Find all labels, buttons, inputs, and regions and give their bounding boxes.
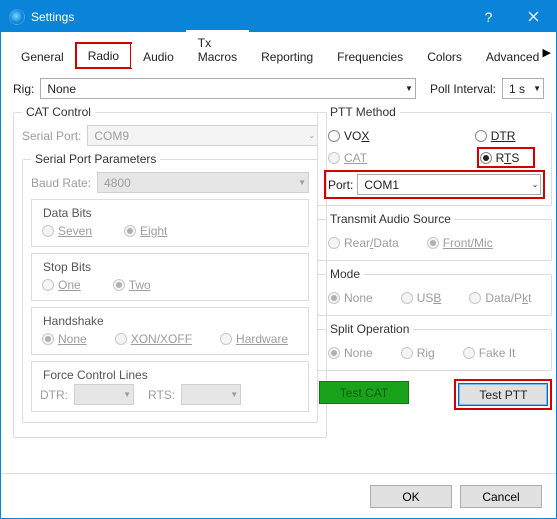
fcl-rts-label: RTS: <box>148 388 175 402</box>
serial-port-label: Serial Port: <box>22 129 81 143</box>
tas-legend: Transmit Audio Source <box>326 212 455 226</box>
serial-port-combo: COM9 ⌄ <box>87 125 318 146</box>
fcl-legend: Force Control Lines <box>40 368 151 382</box>
chevron-down-icon: ▼ <box>405 84 413 93</box>
stop-bits-group: Stop Bits One Two <box>31 253 309 301</box>
radio-rts[interactable]: RTS <box>480 151 520 165</box>
radio-seven: Seven <box>42 224 92 238</box>
tabs: General Radio Audio Tx Macros Reporting … <box>9 40 548 68</box>
split-legend: Split Operation <box>326 322 413 336</box>
chevron-down-icon: ▼ <box>230 390 238 399</box>
window-title: Settings <box>31 10 466 24</box>
ok-button[interactable]: OK <box>370 485 452 508</box>
radio-split-none: None <box>328 346 373 360</box>
radio-rear: Rear/Data <box>328 236 399 250</box>
tab-general[interactable]: General <box>9 44 76 68</box>
force-control-lines-group: Force Control Lines DTR: ▼ RTS: ▼ <box>31 361 309 412</box>
mode-group: Mode None USB Data/Pkt <box>317 267 552 316</box>
fcl-rts-combo: ▼ <box>181 384 241 405</box>
radio-mode-usb: USB <box>401 291 442 305</box>
radio-hs-none: None <box>42 332 87 346</box>
tab-advanced[interactable]: Advanced <box>474 44 551 68</box>
stop-bits-legend: Stop Bits <box>40 260 94 274</box>
radio-hs-hw: Hardware <box>220 332 288 346</box>
test-cat-button[interactable]: Test CAT <box>319 381 409 404</box>
port-row-highlight: Port: COM1 ⌄ <box>326 172 543 197</box>
radio-hs-xon: XON/XOFF <box>115 332 192 346</box>
chevron-down-icon: ▼ <box>298 178 306 187</box>
data-bits-group: Data Bits Seven Eight <box>31 199 309 247</box>
radio-dtr[interactable]: DTR <box>475 129 516 143</box>
radio-two: Two <box>113 278 151 292</box>
close-button[interactable] <box>511 1 556 32</box>
port-combo[interactable]: COM1 ⌄ <box>357 174 541 195</box>
cat-control-group: CAT Control Serial Port: COM9 ⌄ Serial P… <box>13 105 327 438</box>
cat-control-legend: CAT Control <box>22 105 95 119</box>
spp-legend: Serial Port Parameters <box>31 152 160 166</box>
ptt-legend: PTT Method <box>326 105 400 119</box>
chevron-down-icon: ⌄ <box>532 180 539 189</box>
radio-split-fake: Fake It <box>463 346 516 360</box>
titlebar: Settings ? <box>1 1 556 32</box>
radio-mode-none: None <box>328 291 373 305</box>
chevron-down-icon: ⌄ <box>308 131 315 140</box>
separator <box>1 473 556 474</box>
poll-combo[interactable]: 1 s ▼ <box>502 78 544 99</box>
transmit-audio-source-group: Transmit Audio Source Rear/Data Front/Mi… <box>317 212 552 261</box>
rig-row: Rig: None ▼ Poll Interval: 1 s ▼ <box>13 78 544 99</box>
fcl-dtr-combo: ▼ <box>74 384 134 405</box>
baud-combo: 4800 ▼ <box>97 172 309 193</box>
radio-front: Front/Mic <box>427 236 493 250</box>
rts-highlight: RTS <box>479 149 534 166</box>
tab-tx-macros[interactable]: Tx Macros <box>186 30 249 68</box>
test-ptt-highlight: Test PTT <box>456 381 550 408</box>
test-ptt-button[interactable]: Test PTT <box>458 383 548 406</box>
settings-window: Settings ? General Radio Audio Tx Macros… <box>0 0 557 519</box>
radio-split-rig: Rig <box>401 346 435 360</box>
rig-value: None <box>47 82 405 96</box>
body: Rig: None ▼ Poll Interval: 1 s ▼ CAT Con… <box>1 68 556 452</box>
baud-value: 4800 <box>104 176 298 190</box>
radio-one: One <box>42 278 81 292</box>
help-button[interactable]: ? <box>466 1 511 32</box>
radio-mode-data: Data/Pkt <box>469 291 531 305</box>
poll-label: Poll Interval: <box>430 82 496 96</box>
serial-port-value: COM9 <box>94 129 308 143</box>
tab-audio[interactable]: Audio <box>131 44 186 68</box>
split-operation-group: Split Operation None Rig Fake It <box>317 322 552 371</box>
radio-vox[interactable]: VOX <box>328 129 369 143</box>
chevron-down-icon: ▼ <box>123 390 131 399</box>
tabs-scroll-right[interactable]: ▶ <box>543 46 551 59</box>
data-bits-legend: Data Bits <box>40 206 95 220</box>
rig-combo[interactable]: None ▼ <box>40 78 416 99</box>
port-value: COM1 <box>364 178 531 192</box>
tab-colors[interactable]: Colors <box>415 44 474 68</box>
rig-label: Rig: <box>13 82 34 96</box>
ptt-method-group: PTT Method VOX DTR CAT RTS Port: <box>317 105 552 206</box>
baud-label: Baud Rate: <box>31 176 91 190</box>
cancel-button[interactable]: Cancel <box>460 485 542 508</box>
radio-cat: CAT <box>328 151 367 165</box>
radio-eight: Eight <box>124 224 167 238</box>
handshake-group: Handshake None XON/XOFF Hardware <box>31 307 309 355</box>
app-icon <box>9 9 25 25</box>
mode-legend: Mode <box>326 267 364 281</box>
close-icon <box>528 11 539 22</box>
tab-reporting[interactable]: Reporting <box>249 44 325 68</box>
tab-radio[interactable]: Radio <box>76 43 131 68</box>
serial-port-params-group: Serial Port Parameters Baud Rate: 4800 ▼… <box>22 152 318 423</box>
handshake-legend: Handshake <box>40 314 107 328</box>
port-label: Port: <box>328 178 353 192</box>
tab-frequencies[interactable]: Frequencies <box>325 44 415 68</box>
poll-value: 1 s <box>509 82 533 96</box>
chevron-down-icon: ▼ <box>533 84 541 93</box>
fcl-dtr-label: DTR: <box>40 388 68 402</box>
